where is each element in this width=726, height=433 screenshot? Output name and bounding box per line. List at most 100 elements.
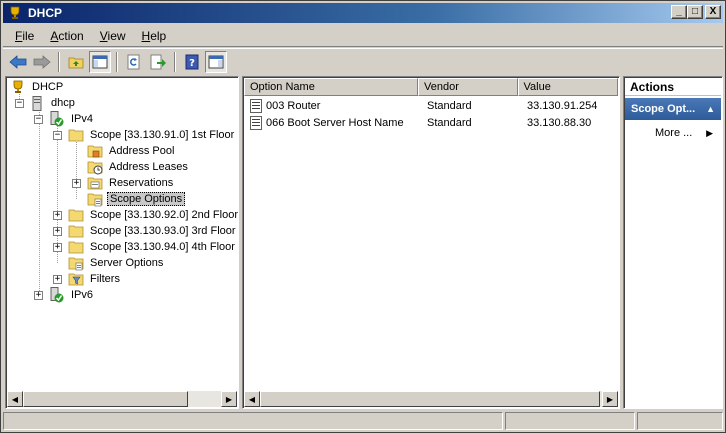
scroll-left-icon: ◀ xyxy=(248,394,256,404)
up-one-level-button[interactable] xyxy=(65,51,87,73)
tree-node-address-leases[interactable]: Address Leases xyxy=(87,159,190,175)
menu-help[interactable]: Help xyxy=(134,29,175,43)
show-hide-action-pane-button[interactable] xyxy=(205,50,227,73)
menu-help-rest: elp xyxy=(150,28,167,43)
tree-node-scope-1st-floor[interactable]: Scope [33.130.91.0] 1st Floor xyxy=(68,127,236,143)
expand-toggle[interactable]: + xyxy=(53,227,62,236)
show-hide-console-tree-button[interactable] xyxy=(89,50,111,73)
address-leases-clock-icon xyxy=(87,159,103,175)
ipv4-server-check-icon xyxy=(49,111,65,127)
status-pane xyxy=(505,412,635,430)
console-tree[interactable]: DHCP − dhcp − IPv4 − Scope [33.130.91.0]… xyxy=(5,76,239,409)
expand-toggle[interactable]: + xyxy=(53,275,62,284)
list-item[interactable]: 066 Boot Server Host Name Standard 33.13… xyxy=(244,114,619,131)
scroll-left-button[interactable]: ◀ xyxy=(7,391,23,407)
ipv6-server-check-icon xyxy=(49,287,65,303)
menu-view[interactable]: View xyxy=(92,29,134,43)
tree-node-ipv6[interactable]: IPv6 xyxy=(49,287,95,303)
server-options-folder-icon xyxy=(68,255,84,271)
tree-node-server[interactable]: dhcp xyxy=(29,95,77,111)
help-book-icon: ? xyxy=(185,54,199,69)
tree-node-ipv4[interactable]: IPv4 xyxy=(49,111,95,127)
tree-label: IPv4 xyxy=(71,113,94,125)
expand-toggle[interactable]: + xyxy=(34,291,43,300)
scroll-track[interactable] xyxy=(260,391,602,407)
scroll-right-icon: ▶ xyxy=(225,394,233,404)
address-pool-folder-icon xyxy=(87,143,103,159)
menu-file[interactable]: File xyxy=(7,29,42,43)
maximize-button[interactable]: □ xyxy=(687,5,703,19)
dhcp-window: DHCP _ □ X File Action View Help ? DHCP … xyxy=(0,0,726,433)
window-title: DHCP xyxy=(28,6,63,20)
refresh-icon xyxy=(127,54,140,69)
scroll-thumb[interactable] xyxy=(23,391,188,407)
dhcp-trophy-icon xyxy=(7,5,23,21)
scroll-right-button[interactable]: ▶ xyxy=(602,391,618,407)
collapse-toggle[interactable]: − xyxy=(15,99,24,108)
close-icon: X xyxy=(709,6,717,17)
tree-node-scope-4th-floor[interactable]: Scope [33.130.94.0] 4th Floor xyxy=(68,239,237,255)
tree-label: Reservations xyxy=(109,177,174,189)
tree-label: Scope Options xyxy=(107,192,186,206)
column-header-value[interactable]: Value xyxy=(517,78,618,96)
scroll-left-icon: ◀ xyxy=(11,394,19,404)
close-button[interactable]: X xyxy=(705,5,721,19)
scroll-left-button[interactable]: ◀ xyxy=(244,391,260,407)
column-header-option-name[interactable]: Option Name xyxy=(244,78,419,96)
results-list[interactable]: Option Name Vendor Value 003 Router Stan… xyxy=(242,76,620,409)
tree-label: Address Pool xyxy=(109,145,175,157)
back-button[interactable] xyxy=(7,51,29,73)
tree-node-scope-options[interactable]: Scope Options xyxy=(87,191,186,207)
folder-icon xyxy=(68,127,84,143)
menu-file-rest: ile xyxy=(22,28,35,43)
forward-button[interactable] xyxy=(31,51,53,73)
server-icon xyxy=(29,95,45,111)
title-bar[interactable]: DHCP _ □ X xyxy=(3,3,723,23)
tree-label: IPv6 xyxy=(71,289,94,301)
action-more[interactable]: More ... ▶ xyxy=(625,124,721,142)
cell-value: 33.130.88.30 xyxy=(527,116,592,129)
tree-node-scope-2nd-floor[interactable]: Scope [33.130.92.0] 2nd Floor xyxy=(68,207,238,223)
refresh-button[interactable] xyxy=(123,51,145,73)
back-arrow-icon xyxy=(9,54,27,69)
scroll-track[interactable] xyxy=(23,391,221,407)
collapse-toggle[interactable]: − xyxy=(34,115,43,124)
tree-node-dhcp-root[interactable]: DHCP xyxy=(10,79,65,95)
tree-node-address-pool[interactable]: Address Pool xyxy=(87,143,176,159)
export-list-button[interactable] xyxy=(147,51,169,73)
tree-connector xyxy=(76,139,77,199)
export-list-icon xyxy=(150,54,166,69)
scroll-right-button[interactable]: ▶ xyxy=(221,391,237,407)
scope-options-folder-icon xyxy=(87,191,103,207)
maximize-icon: □ xyxy=(691,6,699,17)
scroll-thumb[interactable] xyxy=(260,391,600,407)
tree-node-server-options[interactable]: Server Options xyxy=(68,255,165,271)
help-button[interactable]: ? xyxy=(181,51,203,73)
toolbar-separator xyxy=(58,51,60,72)
menu-action[interactable]: Action xyxy=(42,29,91,43)
expand-toggle[interactable]: + xyxy=(72,179,81,188)
list-horizontal-scrollbar[interactable]: ◀ ▶ xyxy=(244,391,618,407)
tree-label: Scope [33.130.94.0] 4th Floor xyxy=(90,241,235,253)
tree-node-reservations[interactable]: Reservations xyxy=(87,175,175,191)
expand-toggle[interactable]: + xyxy=(53,243,62,252)
tree-label: Address Leases xyxy=(109,161,188,173)
expand-toggle[interactable]: + xyxy=(53,211,62,220)
folder-icon xyxy=(68,223,84,239)
action-more-label: More ... xyxy=(655,127,693,139)
collapse-up-icon: ▲ xyxy=(706,104,715,114)
actions-section-scope-options[interactable]: Scope Opt... ▲ xyxy=(625,98,721,120)
column-header-vendor[interactable]: Vendor xyxy=(418,78,518,96)
minimize-button[interactable]: _ xyxy=(671,5,687,19)
toolbar-separator xyxy=(174,51,176,72)
menu-bar: File Action View Help xyxy=(3,25,723,47)
toolbar: ? xyxy=(3,48,723,74)
tree-label: Scope [33.130.91.0] 1st Floor xyxy=(90,129,235,141)
menu-view-rest: iew xyxy=(107,28,126,43)
tree-horizontal-scrollbar[interactable]: ◀ ▶ xyxy=(7,391,237,407)
list-item[interactable]: 003 Router Standard 33.130.91.254 xyxy=(244,97,619,114)
tree-node-filters[interactable]: Filters xyxy=(68,271,122,287)
collapse-toggle[interactable]: − xyxy=(53,131,62,140)
folder-icon xyxy=(68,207,84,223)
tree-node-scope-3rd-floor[interactable]: Scope [33.130.93.0] 3rd Floor xyxy=(68,223,238,239)
